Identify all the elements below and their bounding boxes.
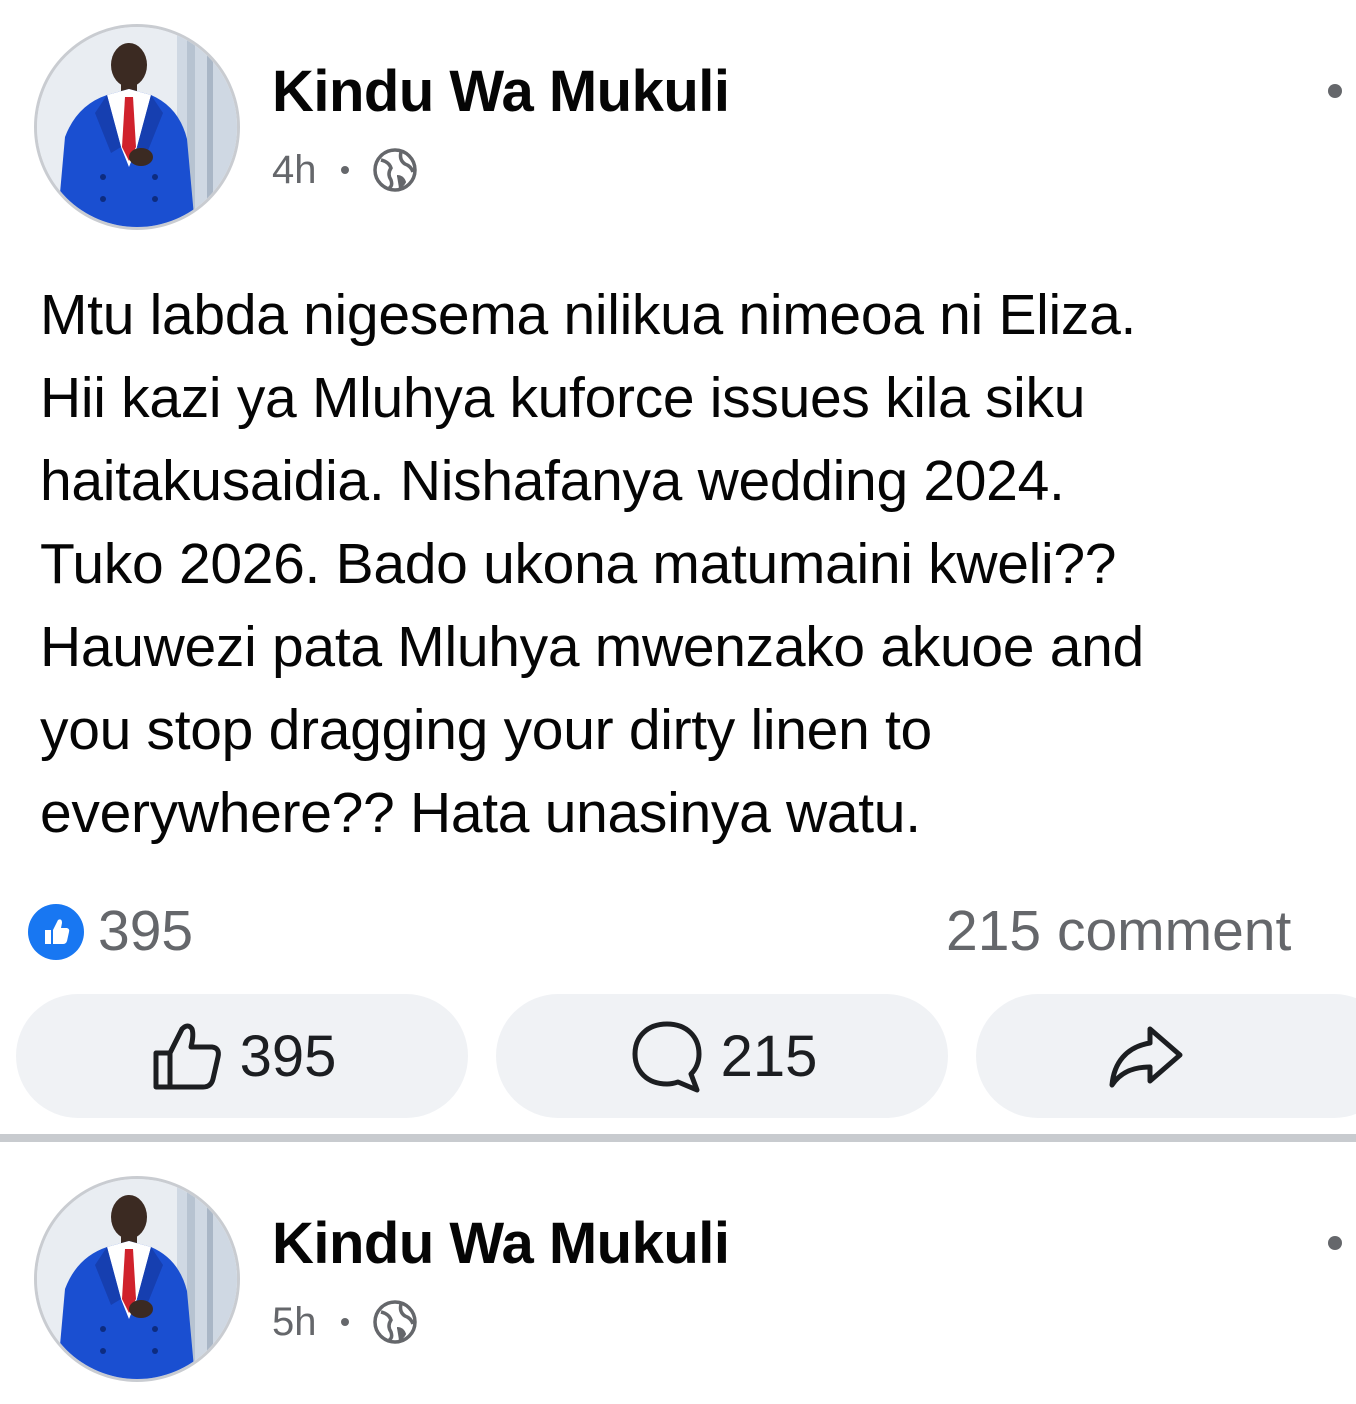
like-count: 395	[239, 1023, 337, 1089]
reactions-count[interactable]: 395	[98, 898, 193, 964]
comment-count: 215	[720, 1023, 818, 1089]
avatar-image	[37, 1179, 237, 1379]
comment-button[interactable]: 215	[496, 994, 948, 1118]
author-avatar[interactable]	[34, 1176, 240, 1382]
separator-dot	[340, 1318, 349, 1326]
like-button[interactable]: 395	[16, 994, 468, 1118]
like-reaction-icon[interactable]	[28, 904, 84, 960]
post-meta: 4h	[272, 146, 419, 194]
post-separator	[0, 1134, 1356, 1142]
post-text: Mtu labda nigesema nilikua nimeoa ni Eli…	[40, 283, 1144, 845]
post-time[interactable]: 4h	[272, 148, 317, 193]
comments-count[interactable]: 215 comment	[946, 898, 1291, 964]
author-avatar[interactable]	[34, 24, 240, 230]
post-card: Kindu Wa Mukuli 4h Mtu labda nigesema ni…	[0, 0, 1356, 1134]
separator-dot	[340, 166, 349, 174]
post-stats: 395 215 comment	[0, 896, 1356, 966]
more-options-icon[interactable]	[1328, 84, 1342, 98]
thumbs-up-icon	[153, 1023, 221, 1090]
post-card: Kindu Wa Mukuli 5h	[0, 1146, 1356, 1404]
author-name[interactable]: Kindu Wa Mukuli	[272, 1210, 730, 1277]
post-time[interactable]: 5h	[272, 1300, 317, 1345]
globe-icon	[372, 148, 417, 192]
post-meta: 5h	[272, 1298, 419, 1346]
more-options-icon[interactable]	[1328, 1236, 1342, 1250]
share-arrow-icon	[1109, 1026, 1183, 1088]
post-actions: 395 215	[0, 994, 1356, 1118]
author-name[interactable]: Kindu Wa Mukuli	[272, 58, 730, 125]
share-button[interactable]	[976, 994, 1356, 1118]
comment-bubble-icon	[632, 1021, 702, 1093]
avatar-image	[37, 27, 237, 227]
globe-icon	[372, 1300, 417, 1344]
